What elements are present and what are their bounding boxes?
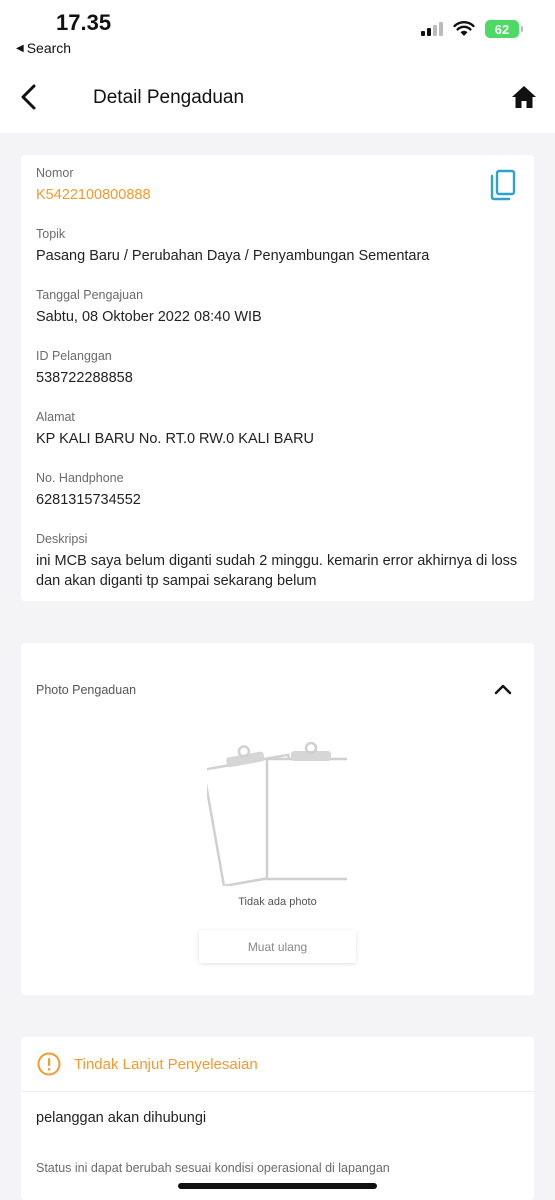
field-deskripsi: Deskripsi ini MCB saya belum diganti sud… [36,532,518,591]
field-value: KP KALI BARU No. RT.0 RW.0 KALI BARU [36,431,315,447]
followup-title: Tindak Lanjut Penyelesaian [74,1056,258,1073]
wifi-icon [453,21,475,36]
battery-icon: 62 [485,20,523,38]
photo-card: Photo Pengaduan Tidak ada photo Muat ula… [21,643,534,995]
field-nomor: Nomor K5422100800888 [36,166,151,205]
home-icon [512,86,536,108]
field-label: Topik [36,227,66,241]
back-to-search-label: Search [26,40,72,56]
back-triangle-icon: ◀ [16,42,24,54]
followup-status-text: pelanggan akan dihubungi [36,1110,207,1126]
field-value: ini MCB saya belum diganti sudah 2 mingg… [36,553,518,589]
photo-section-title: Photo Pengaduan [36,683,137,697]
followup-card: Tindak Lanjut Penyelesaian pelanggan aka… [21,1037,534,1200]
field-handphone: No. Handphone 6281315734552 [36,471,141,510]
followup-header: Tindak Lanjut Penyelesaian [21,1037,534,1092]
followup-note: Status ini dapat berubah sesuai kondisi … [36,1161,390,1175]
field-tanggal: Tanggal Pengajuan Sabtu, 08 Oktober 2022… [36,288,262,327]
complaint-number[interactable]: K5422100800888 [36,185,151,205]
field-label: Nomor [36,166,74,180]
field-alamat: Alamat KP KALI BARU No. RT.0 RW.0 KALI B… [36,410,314,449]
field-label: Tanggal Pengajuan [36,288,144,302]
back-to-search-link[interactable]: ◀ Search [16,40,71,56]
chevron-up-icon [494,684,512,695]
empty-photo-text: Tidak ada photo [238,896,317,908]
back-button[interactable] [14,82,44,112]
status-time: 17.35 [56,10,112,35]
field-label: Alamat [36,410,75,424]
exclamation-circle-icon [37,1052,61,1076]
reload-button[interactable]: Muat ulang [199,930,356,963]
home-button[interactable] [509,82,539,112]
field-topik: Topik Pasang Baru / Perubahan Daya / Pen… [36,227,429,266]
home-indicator[interactable] [178,1183,377,1189]
system-icons: 62 [421,20,523,38]
copy-button[interactable] [489,169,517,201]
field-id-pelanggan: ID Pelanggan 538722288858 [36,349,133,388]
status-bar: 17.35 ◀ Search 62 [0,0,555,70]
field-value: Sabtu, 08 Oktober 2022 08:40 WIB [36,309,262,325]
page-title: Detail Pengaduan [93,87,245,108]
field-label: ID Pelanggan [36,349,112,363]
field-value: 6281315734552 [36,492,141,508]
field-value: 538722288858 [36,370,133,386]
field-label: Deskripsi [36,532,88,546]
chevron-left-icon [21,84,36,110]
complaint-detail-card: Nomor K5422100800888 Topik Pasang Baru /… [21,155,534,601]
field-label: No. Handphone [36,471,124,485]
copy-icon [490,169,516,201]
battery-level: 62 [494,21,510,37]
app-header: Detail Pengaduan [0,70,555,133]
field-value: Pasang Baru / Perubahan Daya / Penyambun… [36,248,430,264]
clipboard-icon [207,741,347,886]
cellular-signal-icon [421,22,443,36]
collapse-button[interactable] [492,679,514,699]
